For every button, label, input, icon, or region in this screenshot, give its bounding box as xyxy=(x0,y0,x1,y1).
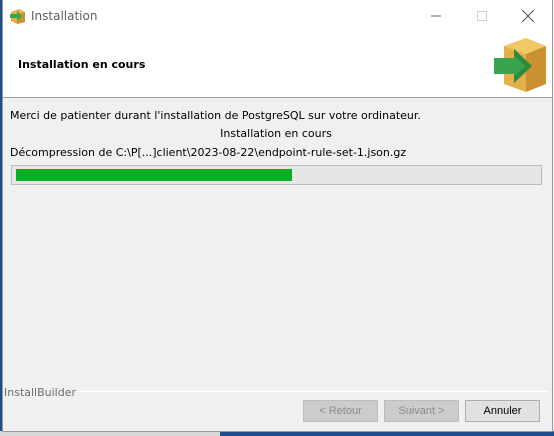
status-text: Installation en cours xyxy=(220,127,332,140)
page-title: Installation en cours xyxy=(18,58,146,71)
cancel-button[interactable]: Annuler xyxy=(465,400,540,422)
progress-bar-fill xyxy=(16,169,292,181)
intro-text: Merci de patienter durant l'installation… xyxy=(10,109,421,122)
minimize-icon xyxy=(431,15,441,17)
progress-bar xyxy=(11,165,542,185)
current-file-text: Décompression de C:\P[...]client\2023-08… xyxy=(10,146,407,159)
installer-window: Installation Installation en cours Merci… xyxy=(2,0,553,432)
footer-divider xyxy=(71,391,549,392)
minimize-button[interactable] xyxy=(413,0,459,32)
close-button[interactable] xyxy=(505,0,551,32)
close-icon xyxy=(522,10,534,22)
maximize-button[interactable] xyxy=(459,0,505,32)
wizard-header: Installation en cours xyxy=(3,32,552,98)
installer-box-arrow-icon xyxy=(490,36,548,94)
next-button[interactable]: Suivant > xyxy=(384,400,459,422)
back-button[interactable]: < Retour xyxy=(303,400,378,422)
window-title: Installation xyxy=(31,9,98,23)
installer-box-arrow-icon xyxy=(9,7,27,25)
maximize-icon xyxy=(477,11,487,21)
brand-label: InstallBuilder xyxy=(4,386,77,399)
title-bar[interactable]: Installation xyxy=(3,0,552,32)
